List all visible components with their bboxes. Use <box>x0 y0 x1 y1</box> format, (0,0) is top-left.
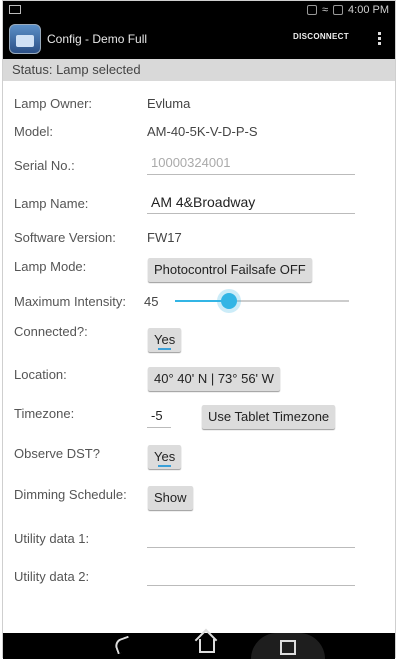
status-icons: ≈ 4:00 PM <box>306 4 389 16</box>
navigation-bar <box>3 633 395 659</box>
notification-icon <box>9 5 21 14</box>
owner-label: Lamp Owner: <box>14 96 93 111</box>
connected-label: Connected?: <box>14 324 88 339</box>
clock: 4:00 PM <box>348 4 389 16</box>
software-value: FW17 <box>147 230 182 245</box>
owner-value: Evluma <box>147 96 191 111</box>
utility2-label: Utility data 2: <box>14 569 90 584</box>
lamp-name-field[interactable]: AM 4&Broadway <box>147 194 355 214</box>
serial-field: 10000324001 <box>147 155 355 175</box>
disconnect-button[interactable]: DISCONNECT <box>293 32 349 41</box>
timezone-field[interactable]: -5 <box>147 408 171 428</box>
utility1-field[interactable] <box>147 528 355 548</box>
utility2-field[interactable] <box>147 566 355 586</box>
connected-toggle[interactable]: Yes <box>148 328 182 352</box>
location-label: Location: <box>14 367 67 382</box>
timezone-label: Timezone: <box>14 406 75 421</box>
app-icon[interactable] <box>9 24 41 54</box>
dst-label: Observe DST? <box>14 446 100 461</box>
lamp-mode-button[interactable]: Photocontrol Failsafe OFF <box>148 258 312 282</box>
back-icon[interactable] <box>113 635 133 655</box>
location-button[interactable]: 40° 40' N | 73° 56' W <box>148 367 280 391</box>
dst-toggle-label: Yes <box>154 449 176 464</box>
system-status-bar: ≈ 4:00 PM <box>3 1 395 19</box>
serial-label: Serial No.: <box>14 158 75 173</box>
schedule-label: Dimming Schedule: <box>14 487 127 502</box>
utility1-label: Utility data 1: <box>14 531 90 546</box>
wifi-icon: ≈ <box>321 4 329 16</box>
intensity-value: 45 <box>144 294 159 309</box>
toggle-indicator <box>158 465 172 467</box>
use-tablet-timezone-button[interactable]: Use Tablet Timezone <box>202 405 336 429</box>
dst-toggle[interactable]: Yes <box>148 445 182 469</box>
overflow-menu-icon[interactable] <box>371 30 387 48</box>
intensity-label: Maximum Intensity: <box>14 294 126 309</box>
battery-icon <box>333 5 344 15</box>
software-label: Software Version: <box>14 230 116 245</box>
model-label: Model: <box>14 124 54 139</box>
model-value: AM-40-5K-V-D-P-S <box>147 124 258 139</box>
intensity-slider-thumb[interactable] <box>221 293 237 309</box>
recent-apps-icon[interactable] <box>280 640 296 655</box>
app-window: ≈ 4:00 PM Config - Demo Full DISCONNECT … <box>2 0 396 659</box>
lamp-name-label: Lamp Name: <box>14 196 89 211</box>
lamp-mode-label: Lamp Mode: <box>14 259 87 274</box>
toggle-indicator <box>158 348 172 350</box>
action-bar: Config - Demo Full DISCONNECT <box>3 19 395 59</box>
home-icon[interactable] <box>199 639 215 653</box>
connected-toggle-label: Yes <box>154 332 176 347</box>
show-schedule-button[interactable]: Show <box>148 486 193 510</box>
sim-icon <box>306 5 317 15</box>
status-text: Status: Lamp selected <box>3 59 395 81</box>
app-title: Config - Demo Full <box>47 32 148 46</box>
